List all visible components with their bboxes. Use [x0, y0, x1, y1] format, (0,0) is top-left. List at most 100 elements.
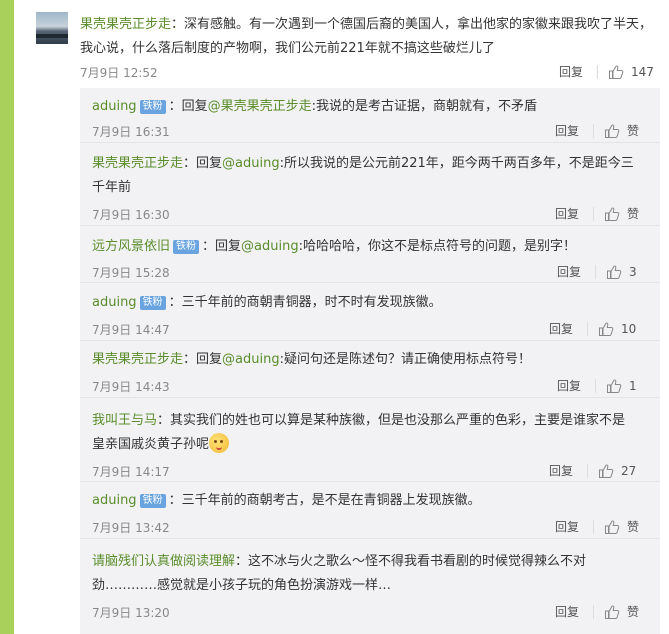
reply-list: aduing 铁粉 ：回复@果壳果壳正步走:我说的是考古证据，商朝就有，不矛盾 7月…: [80, 88, 660, 634]
reply-button[interactable]: 回复: [559, 63, 583, 80]
reply-username[interactable]: 远方风景依旧: [92, 239, 170, 254]
like-count[interactable]: 赞: [627, 518, 639, 535]
reply-button[interactable]: 回复: [549, 320, 573, 337]
reply-body: :疑问句还是陈述句？请正确使用标点符号！: [279, 352, 531, 367]
reply-body: :我说的是考古证据，商朝就有，不矛盾: [311, 99, 537, 114]
list-item: aduing 铁粉 ：三千年前的商朝青铜器，时不时有发现族徽。 7月9日 14:47…: [80, 284, 660, 341]
main-comment-actions: 回复 147: [559, 63, 654, 80]
like-count[interactable]: 1: [629, 379, 637, 393]
divider: [595, 378, 597, 393]
reply-text: aduing 铁粉 ：三千年前的商朝考古，是不是在青铜器上发现族徽。: [92, 489, 637, 513]
main-comment-text: 果壳果壳正步走：深有感触。有一次遇到一个德国后裔的美国人，拿出他家的家徽来跟我吹…: [80, 13, 660, 61]
reply-text: 请脑残们认真做阅读理解：这不冰与火之歌么～怪不得我看书看剧的时候觉得辣么不对劲……: [92, 550, 637, 598]
thumbs-up-icon[interactable]: [606, 264, 622, 280]
reply-button[interactable]: 回复: [555, 518, 579, 535]
like-count[interactable]: 赞: [627, 603, 639, 620]
like-count[interactable]: 10: [621, 322, 636, 336]
reply-prefix: ：回复: [183, 156, 223, 171]
like-count[interactable]: 27: [621, 464, 636, 478]
list-item: aduing 铁粉 ：三千年前的商朝考古，是不是在青铜器上发现族徽。 7月9日 13…: [80, 483, 660, 539]
divider: [593, 519, 595, 534]
like-count[interactable]: 赞: [627, 205, 639, 222]
reply-actions: 回复 赞: [555, 205, 639, 222]
divider: [593, 123, 595, 138]
reply-prefix: ：回复: [202, 239, 242, 254]
list-item: aduing 铁粉 ：回复@果壳果壳正步走:我说的是考古证据，商朝就有，不矛盾 7月…: [80, 88, 660, 143]
reply-text: aduing 铁粉 ：三千年前的商朝青铜器，时不时有发现族徽。: [92, 291, 637, 315]
reply-time: 7月9日 16:31: [92, 125, 170, 139]
reply-button[interactable]: 回复: [557, 377, 581, 394]
reply-text: aduing 铁粉 ：回复@果壳果壳正步走:我说的是考古证据，商朝就有，不矛盾: [92, 95, 637, 119]
list-item: 请脑残们认真做阅读理解：这不冰与火之歌么～怪不得我看书看剧的时候觉得辣么不对劲……: [80, 540, 660, 634]
reply-actions: 回复 赞: [555, 603, 639, 620]
avatar[interactable]: [36, 12, 68, 44]
list-item: 远方风景依旧 铁粉 ：回复@aduing:哈哈哈哈，你这不是标点符号的问题，是别字！…: [80, 227, 660, 283]
list-item: 我叫王与马：其实我们的姓也可以算是某种族徽，但是也没那么严重的色彩，主要是谁家不…: [80, 399, 660, 482]
reply-text: 远方风景依旧 铁粉 ：回复@aduing:哈哈哈哈，你这不是标点符号的问题，是别字！: [92, 235, 637, 259]
reply-button[interactable]: 回复: [555, 122, 579, 139]
reply-button[interactable]: 回复: [555, 603, 579, 620]
divider: [587, 321, 589, 336]
reply-username[interactable]: aduing: [92, 99, 137, 114]
thumbs-up-icon[interactable]: [604, 206, 620, 222]
main-comment-time: 7月9日 12:52: [80, 66, 158, 80]
fan-badge: 铁粉: [139, 296, 166, 310]
reply-time: 7月9日 13:42: [92, 521, 170, 535]
reply-text: 果壳果壳正步走：回复@aduing:疑问句还是陈述句？请正确使用标点符号！: [92, 348, 637, 372]
emoji-icon: [209, 433, 230, 453]
thumbs-up-icon[interactable]: [608, 64, 624, 80]
list-item: 果壳果壳正步走：回复@aduing:所以我说的是公元前221年，距今两千两百多年…: [80, 144, 660, 226]
fan-badge: 铁粉: [139, 494, 166, 508]
reply-actions: 回复 赞: [555, 122, 639, 139]
reply-time: 7月9日 14:17: [92, 465, 170, 479]
reply-username[interactable]: 请脑残们认真做阅读理解: [92, 554, 235, 569]
reply-button[interactable]: 回复: [555, 205, 579, 222]
mention-link[interactable]: @aduing: [241, 239, 299, 254]
reply-actions: 回复 1: [557, 377, 637, 394]
reply-button[interactable]: 回复: [549, 462, 573, 479]
reply-time: 7月9日 15:28: [92, 266, 170, 280]
like-count[interactable]: 赞: [627, 122, 639, 139]
divider: [593, 604, 595, 619]
reply-actions: 回复 10: [549, 320, 636, 337]
fan-badge: 铁粉: [173, 240, 200, 254]
reply-username[interactable]: 果壳果壳正步走: [92, 156, 183, 171]
main-comment-username[interactable]: 果壳果壳正步走: [80, 17, 171, 32]
thumbs-up-icon[interactable]: [598, 463, 614, 479]
like-count[interactable]: 147: [631, 65, 654, 79]
divider: [593, 206, 595, 221]
mention-link[interactable]: @aduing: [222, 156, 280, 171]
reply-time: 7月9日 13:20: [92, 606, 170, 620]
reply-username[interactable]: aduing: [92, 493, 137, 508]
reply-actions: 回复 3: [557, 263, 637, 280]
reply-button[interactable]: 回复: [557, 263, 581, 280]
reply-username[interactable]: aduing: [92, 295, 137, 310]
reply-time: 7月9日 14:47: [92, 323, 170, 337]
reply-prefix: ：回复: [183, 352, 223, 367]
reply-text: 果壳果壳正步走：回复@aduing:所以我说的是公元前221年，距今两千两百多年…: [92, 152, 637, 200]
thumbs-up-icon[interactable]: [604, 519, 620, 535]
fan-badge: 铁粉: [139, 100, 166, 114]
thumbs-up-icon[interactable]: [598, 321, 614, 337]
reply-body: ：三千年前的商朝考古，是不是在青铜器上发现族徽。: [168, 493, 481, 508]
list-item: 果壳果壳正步走：回复@aduing:疑问句还是陈述句？请正确使用标点符号！ 7月…: [80, 342, 660, 398]
divider: [597, 64, 599, 79]
like-count[interactable]: 3: [629, 265, 637, 279]
mention-link[interactable]: @果壳果壳正步走: [208, 99, 312, 114]
reply-prefix: ：回复: [168, 99, 208, 114]
reply-body: :哈哈哈哈，你这不是标点符号的问题，是别字！: [298, 239, 576, 254]
divider: [595, 264, 597, 279]
reply-username[interactable]: 果壳果壳正步走: [92, 352, 183, 367]
reply-body: ：三千年前的商朝青铜器，时不时有发现族徽。: [168, 295, 442, 310]
reply-actions: 回复 27: [549, 462, 636, 479]
thumbs-up-icon[interactable]: [606, 378, 622, 394]
thumbs-up-icon[interactable]: [604, 604, 620, 620]
reply-username[interactable]: 我叫王与马: [92, 413, 157, 428]
thumbs-up-icon[interactable]: [604, 123, 620, 139]
main-comment: 果壳果壳正步走：深有感触。有一次遇到一个德国后裔的美国人，拿出他家的家徽来跟我吹…: [36, 12, 661, 84]
mention-link[interactable]: @aduing: [222, 352, 280, 367]
left-accent-strip: [0, 0, 14, 634]
reply-text: 我叫王与马：其实我们的姓也可以算是某种族徽，但是也没那么严重的色彩，主要是谁家不…: [92, 409, 637, 457]
reply-time: 7月9日 16:30: [92, 208, 170, 222]
reply-time: 7月9日 14:43: [92, 380, 170, 394]
